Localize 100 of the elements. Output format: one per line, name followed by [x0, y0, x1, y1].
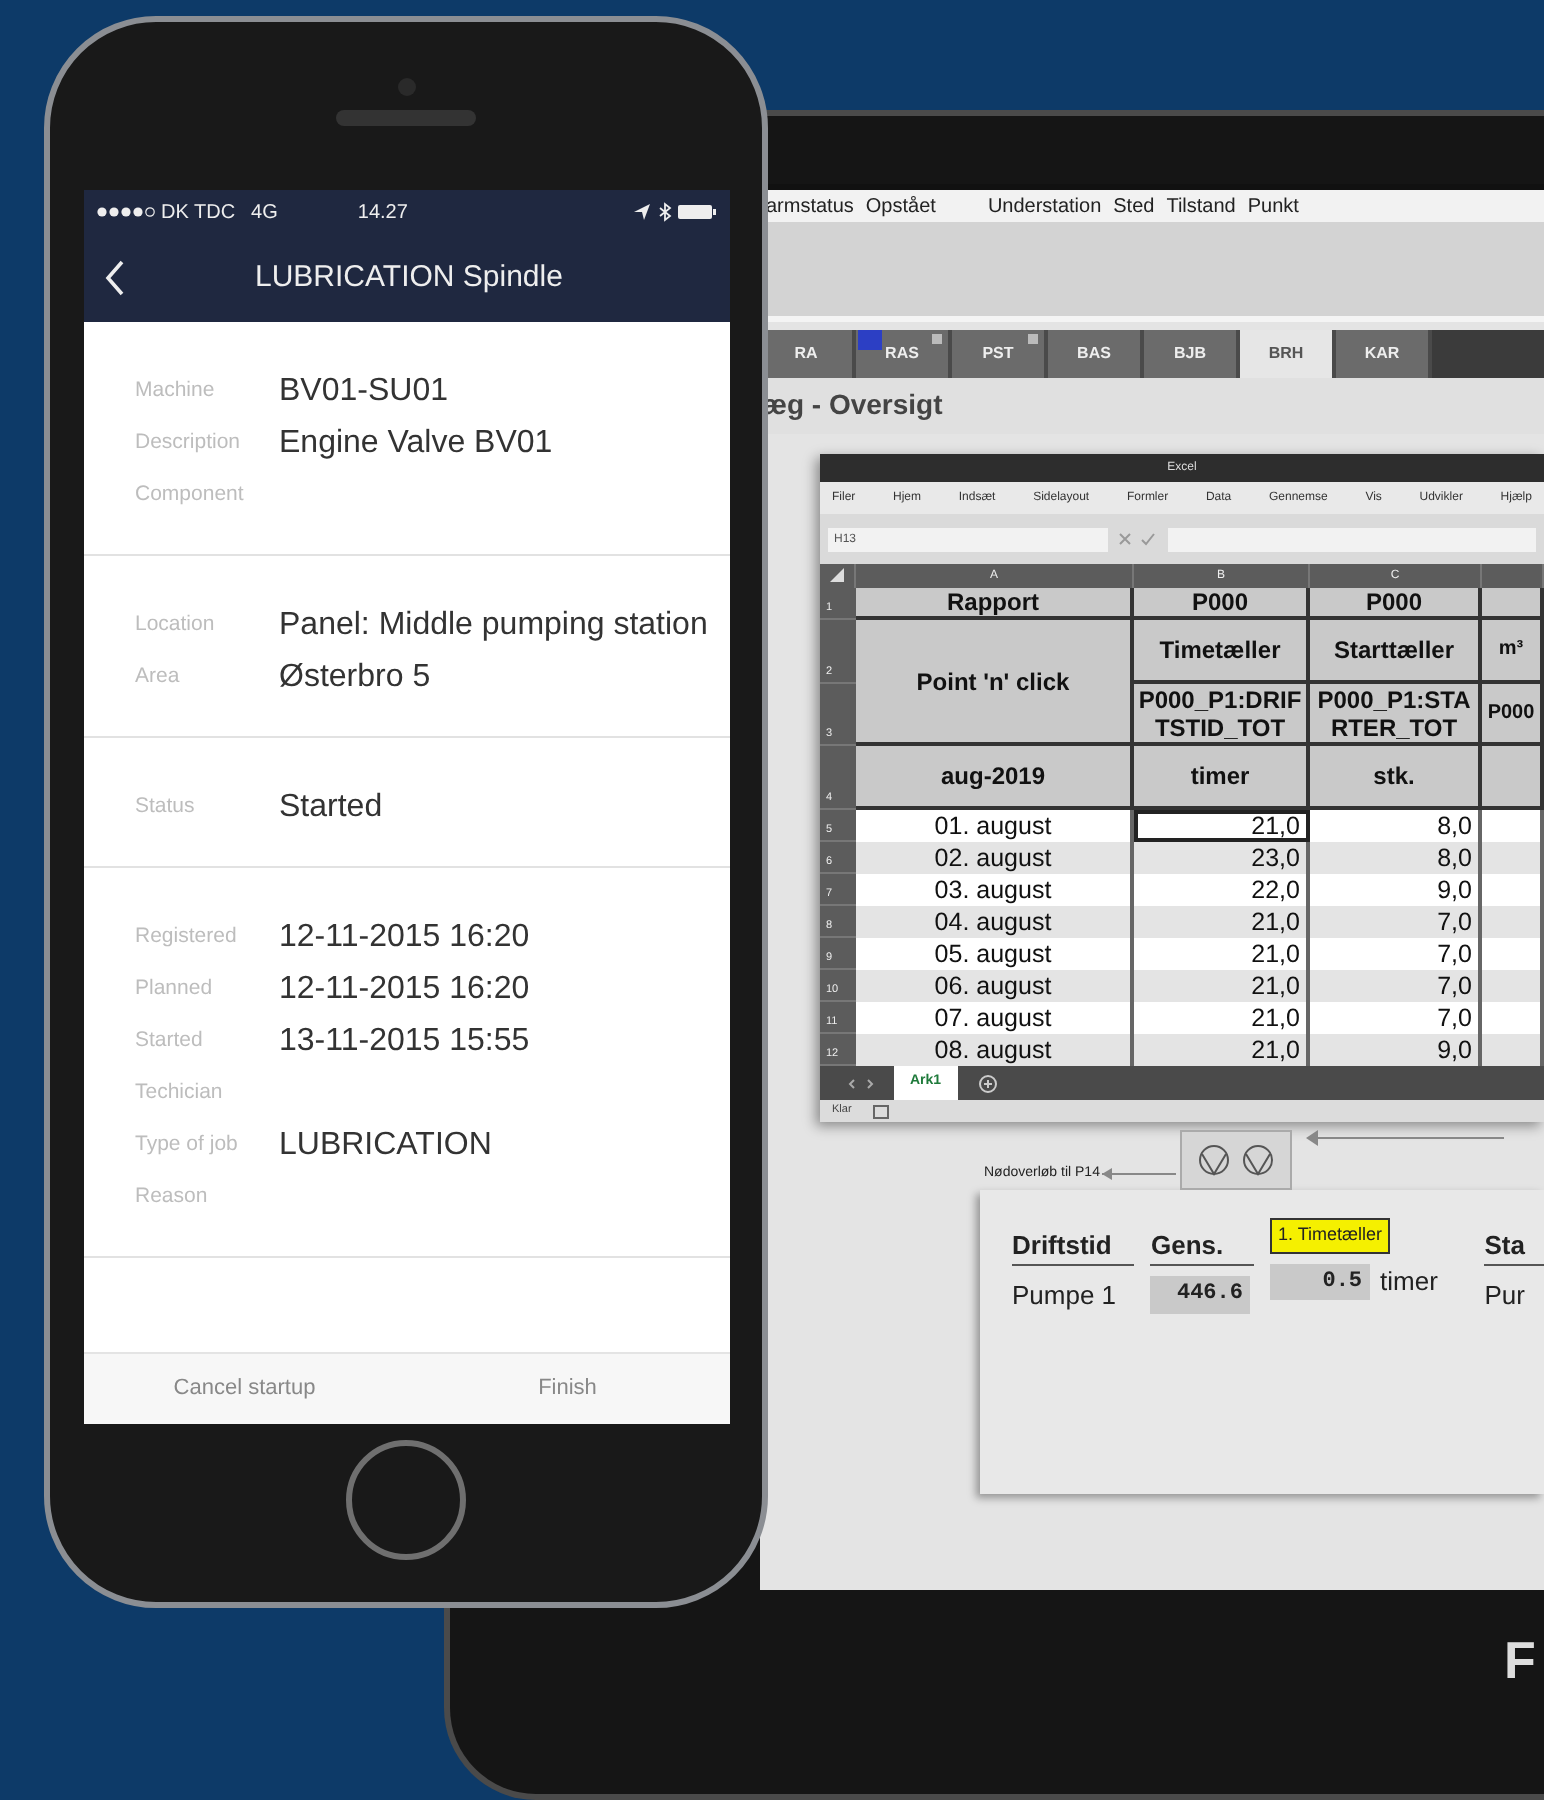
- station-tab[interactable]: BRH: [1240, 330, 1336, 378]
- status-icons: [631, 202, 717, 222]
- unit-label: timer: [1380, 1264, 1438, 1301]
- table-cell[interactable]: [1482, 874, 1544, 906]
- table-cell[interactable]: 21,0: [1134, 938, 1310, 970]
- column-header[interactable]: Punkt: [1247, 191, 1299, 221]
- field-label: Started: [135, 1026, 205, 1057]
- table-cell[interactable]: 05. august: [856, 938, 1134, 970]
- table-cell[interactable]: 21,0: [1134, 906, 1310, 938]
- field-label: Machine: [135, 376, 217, 407]
- table-cell: m³: [1482, 620, 1544, 684]
- table-cell: Point 'n' click: [856, 620, 1134, 746]
- formula-field[interactable]: [1168, 527, 1536, 551]
- table-cell[interactable]: 07. august: [856, 1002, 1134, 1034]
- table-cell: P000: [1482, 684, 1544, 746]
- field-value: LUBRICATION: [279, 1126, 492, 1166]
- table-cell[interactable]: [1482, 938, 1544, 970]
- flow-arrow: [1099, 1165, 1180, 1182]
- tablet-logo: F: [1504, 1634, 1538, 1686]
- table-cell[interactable]: 7,0: [1310, 938, 1482, 970]
- back-icon[interactable]: [103, 260, 125, 296]
- field-value: Østerbro 5: [279, 658, 431, 698]
- station-tab[interactable]: KAR: [1336, 330, 1432, 378]
- table-cell[interactable]: [1482, 1034, 1544, 1066]
- field-label: Location: [135, 610, 217, 641]
- field-label: Planned: [135, 974, 215, 1005]
- table-cell[interactable]: 7,0: [1310, 1002, 1482, 1034]
- field-value: 12-11-2015 16:20: [279, 970, 530, 1010]
- field-value: 12-11-2015 16:20: [279, 918, 530, 958]
- table-cell[interactable]: [1482, 906, 1544, 938]
- station-tab[interactable]: PST: [952, 330, 1048, 378]
- table-cell[interactable]: [1482, 842, 1544, 874]
- counter-readout: 0.5: [1270, 1263, 1371, 1301]
- speaker-slit: [336, 110, 476, 126]
- table-cell: Rapport: [856, 588, 1134, 620]
- carrier-name: DK TDC: [161, 199, 236, 227]
- field-value: Started: [279, 788, 383, 828]
- field-value: Engine Valve BV01: [279, 424, 553, 464]
- column-header: Driftstid: [1012, 1226, 1135, 1266]
- table-cell[interactable]: 06. august: [856, 970, 1134, 1002]
- field-label: Description: [135, 428, 243, 459]
- table-cell[interactable]: 21,0: [1134, 970, 1310, 1002]
- sheet-nav-icon[interactable]: [848, 1075, 874, 1091]
- table-cell[interactable]: 23,0: [1134, 842, 1310, 874]
- pump-icon: [1241, 1144, 1274, 1176]
- select-all-icon[interactable]: [828, 565, 846, 584]
- table-cell[interactable]: 21,0: [1134, 1002, 1310, 1034]
- table-cell[interactable]: 21,0: [1134, 1034, 1310, 1066]
- add-sheet-icon[interactable]: [977, 1073, 998, 1093]
- table-cell[interactable]: 7,0: [1310, 906, 1482, 938]
- table-cell[interactable]: 04. august: [856, 906, 1134, 938]
- macro-icon[interactable]: [871, 1103, 890, 1119]
- table-cell: aug-2019: [856, 746, 1134, 810]
- station-tab[interactable]: BAS: [1048, 330, 1144, 378]
- table-cell[interactable]: 22,0: [1134, 874, 1310, 906]
- table-cell[interactable]: 8,0: [1310, 842, 1482, 874]
- table-cell: Starttæller: [1310, 620, 1482, 684]
- table-cell[interactable]: [1482, 970, 1544, 1002]
- row-label: Pumpe 1: [1012, 1277, 1117, 1314]
- field-value: Panel: Middle pumping station: [279, 606, 708, 646]
- table-cell[interactable]: 01. august: [856, 810, 1134, 842]
- table-cell[interactable]: 8,0: [1310, 810, 1482, 842]
- table-cell[interactable]: 9,0: [1310, 1034, 1482, 1066]
- table-cell[interactable]: 02. august: [856, 842, 1134, 874]
- table-cell[interactable]: 9,0: [1310, 874, 1482, 906]
- table-cell: stk.: [1310, 746, 1482, 810]
- field-label: Reason: [135, 1182, 210, 1213]
- field-label: Component: [135, 480, 246, 511]
- station-tab[interactable]: BJB: [1144, 330, 1240, 378]
- field-label: Registered: [135, 922, 239, 953]
- counter-readout: 446.6: [1150, 1276, 1251, 1314]
- table-cell: P000: [1134, 588, 1310, 620]
- column-header-strip: [1482, 564, 1544, 588]
- column-header[interactable]: Sted: [1113, 191, 1155, 221]
- table-cell: timer: [1134, 746, 1310, 810]
- table-cell: P000_P1:DRIFTSTID_TOT: [1134, 684, 1310, 746]
- column-header[interactable]: Opstået: [865, 191, 936, 221]
- field-label: Techician: [135, 1078, 225, 1109]
- home-button[interactable]: [346, 1440, 466, 1560]
- table-cell[interactable]: [1482, 810, 1544, 842]
- field-label: Type of job: [135, 1130, 240, 1161]
- network-type: 4G: [251, 199, 278, 227]
- field-value: 13-11-2015 15:55: [279, 1022, 530, 1062]
- column-header[interactable]: Understation: [987, 191, 1102, 221]
- column-header: Sta: [1484, 1226, 1544, 1266]
- table-cell[interactable]: 7,0: [1310, 970, 1482, 1002]
- column-header[interactable]: Tilstand: [1166, 191, 1236, 221]
- field-value: BV01-SU01: [279, 372, 448, 412]
- table-cell[interactable]: [1482, 1002, 1544, 1034]
- table-cell[interactable]: 21,0: [1134, 810, 1310, 842]
- tooltip: 1. Timetæller: [1270, 1218, 1391, 1253]
- station-tab[interactable]: RAS: [856, 330, 952, 378]
- clock-time: 14.27: [357, 199, 408, 227]
- table-cell: P000_P1:STARTER_TOT: [1310, 684, 1482, 746]
- table-cell[interactable]: 08. august: [856, 1034, 1134, 1066]
- screen-title: LUBRICATION Spindle: [255, 257, 563, 298]
- field-label: Area: [135, 662, 182, 693]
- row-label: Pur: [1484, 1277, 1525, 1314]
- table-cell[interactable]: 03. august: [856, 874, 1134, 906]
- column-header[interactable]: armstatus: [766, 191, 854, 221]
